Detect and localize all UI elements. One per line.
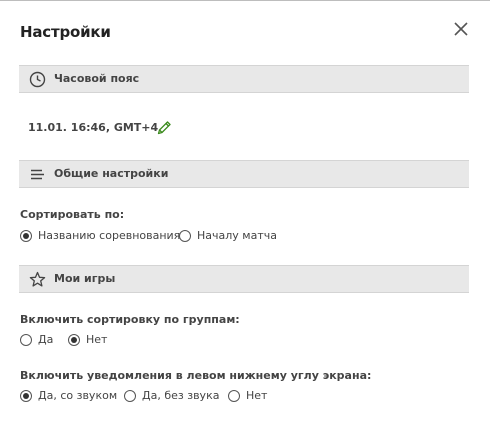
clock-icon	[29, 71, 46, 88]
radio-button[interactable]	[124, 390, 136, 402]
notify-label: Включить уведомления в левом нижнему угл…	[20, 369, 372, 382]
section-header-timezone: Часовой пояс	[19, 65, 469, 93]
radio-button[interactable]	[20, 390, 32, 402]
radio-button[interactable]	[179, 230, 191, 242]
radio-button[interactable]	[68, 334, 80, 346]
radio-button[interactable]	[20, 230, 32, 242]
timezone-value: 11.01. 16:46, GMT+4	[28, 121, 159, 134]
menu-icon	[31, 169, 44, 180]
pencil-icon[interactable]	[156, 120, 172, 136]
sort-by-label: Сортировать по:	[20, 208, 125, 221]
dialog-title: Настройки	[20, 23, 111, 41]
section-label-timezone: Часовой пояс	[54, 72, 140, 85]
section-label-my-games: Мои игры	[54, 272, 116, 285]
group-sort-label: Включить сортировку по группам:	[20, 313, 240, 326]
section-header-my-games: Мои игры	[19, 265, 469, 293]
close-button[interactable]	[452, 20, 470, 38]
close-icon	[454, 22, 468, 36]
section-header-general: Общие настройки	[19, 160, 469, 188]
settings-dialog: Настройки Часовой пояс 11.01. 16:46, GMT…	[0, 1, 490, 424]
section-label-general: Общие настройки	[54, 167, 169, 180]
star-icon	[29, 271, 46, 287]
radio-button[interactable]	[228, 390, 240, 402]
radio-button[interactable]	[20, 334, 32, 346]
